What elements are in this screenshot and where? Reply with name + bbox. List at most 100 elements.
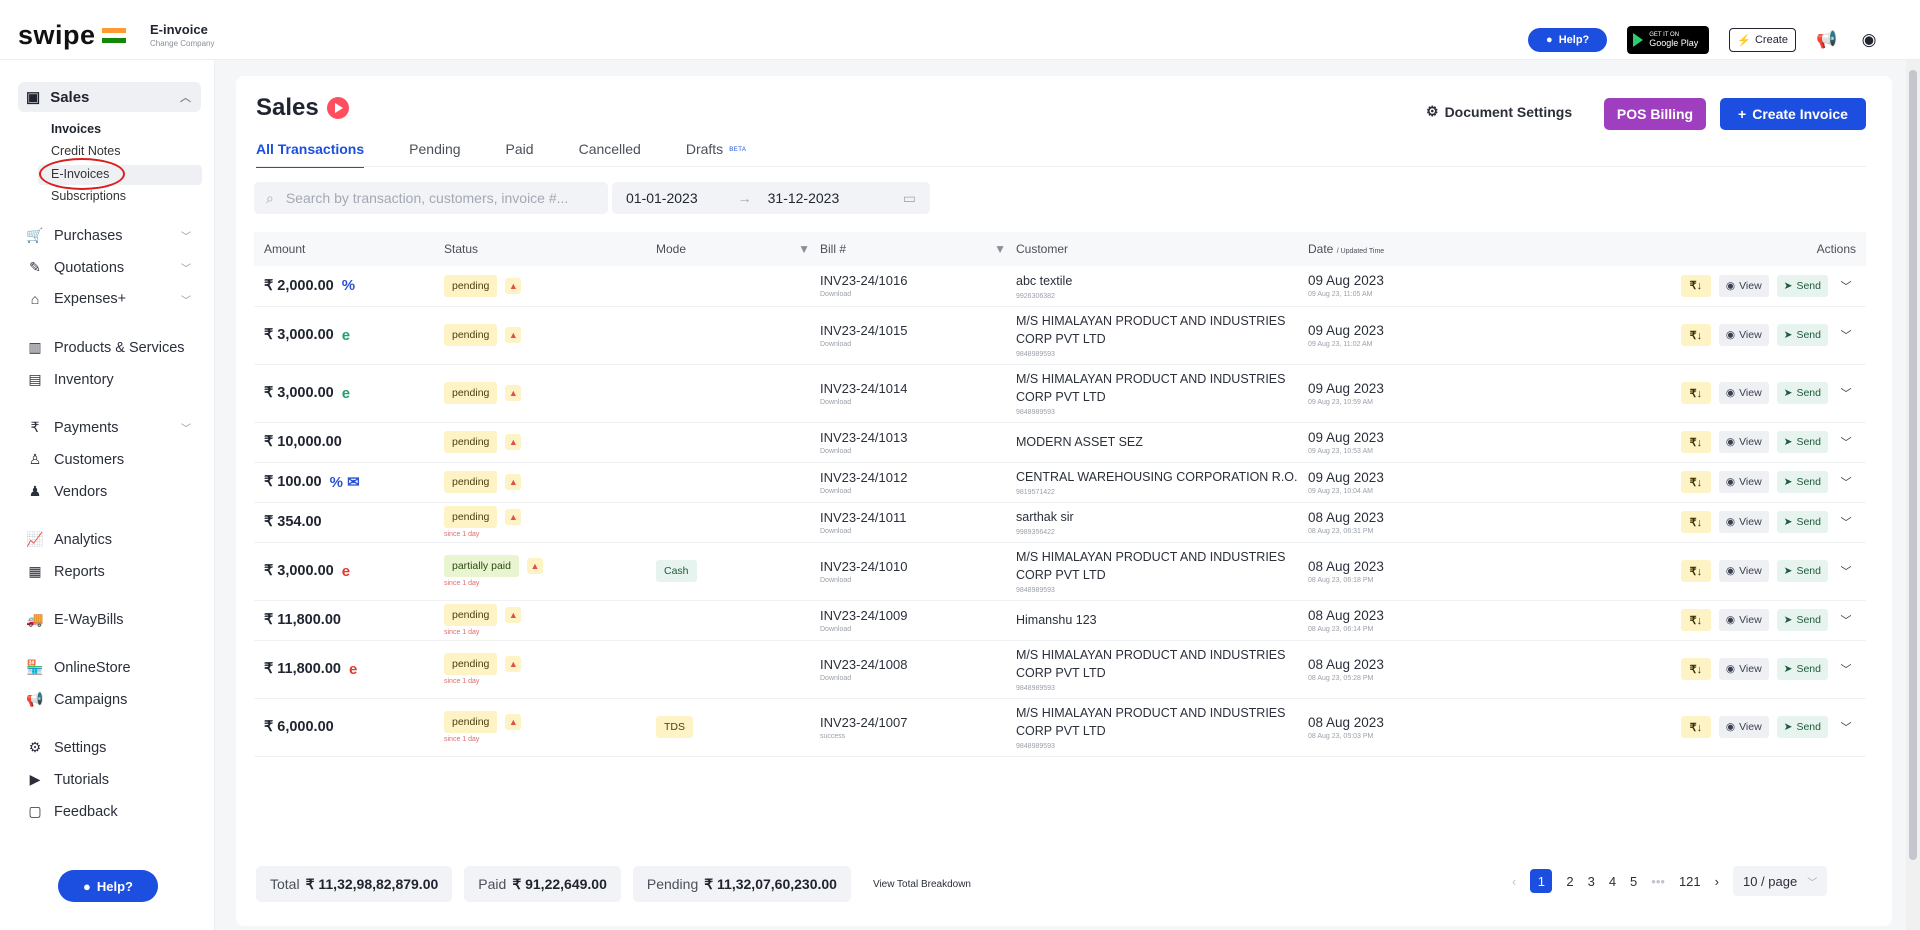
view-button[interactable]: ◉ View: [1718, 511, 1769, 533]
bill-download-link[interactable]: Download: [820, 626, 1016, 633]
sidebar-sub-credit-notes[interactable]: Credit Notes: [51, 144, 120, 158]
record-payment-button[interactable]: ₹↓: [1680, 716, 1711, 738]
view-button[interactable]: ◉ View: [1718, 658, 1769, 680]
customer-name[interactable]: M/S HIMALAYAN PRODUCT AND INDUSTRIES CORP…: [1016, 312, 1308, 348]
table-row[interactable]: ₹ 3,000.00 e pending ▲ INV23-24/1014 Downlo…: [254, 364, 1866, 423]
alert-icon[interactable]: ▲: [505, 434, 522, 450]
sidebar-item-settings[interactable]: ⚙ Settings: [26, 739, 191, 756]
date-from[interactable]: 01-01-2023: [626, 190, 698, 206]
bill-download-link[interactable]: Download: [820, 399, 1016, 406]
chevron-down-icon[interactable]: ﹀: [1836, 661, 1856, 677]
document-settings-button[interactable]: ⚙ Document Settings: [1426, 103, 1572, 120]
tab-drafts[interactable]: Drafts BETA: [686, 141, 747, 168]
filter-icon[interactable]: ▼: [994, 242, 1006, 256]
sidebar-help-button[interactable]: ● Help?: [58, 870, 158, 902]
bill-number[interactable]: INV23-24/1016: [820, 273, 1016, 288]
send-button[interactable]: ➤ Send: [1776, 431, 1828, 453]
header-status[interactable]: Status: [444, 232, 656, 266]
tab-paid[interactable]: Paid: [506, 141, 534, 168]
bill-download-link[interactable]: Download: [820, 577, 1016, 584]
change-company-link[interactable]: Change Company: [150, 39, 214, 48]
create-invoice-button[interactable]: + Create Invoice: [1720, 98, 1866, 130]
bill-download-link[interactable]: Download: [820, 341, 1016, 348]
chevron-down-icon[interactable]: ﹀: [1836, 278, 1856, 294]
header-customer[interactable]: Customer: [1016, 232, 1308, 266]
filter-icon[interactable]: ▼: [798, 242, 810, 256]
record-payment-button[interactable]: ₹↓: [1680, 471, 1711, 493]
table-row[interactable]: ₹ 100.00 % ✉ pending ▲ INV23-24/1012 Downlo…: [254, 462, 1866, 503]
megaphone-icon[interactable]: 📢: [1816, 30, 1838, 50]
customer-name[interactable]: Himanshu 123: [1016, 611, 1308, 629]
date-to[interactable]: 31-12-2023: [768, 190, 840, 206]
send-button[interactable]: ➤ Send: [1776, 609, 1828, 631]
page-1[interactable]: 1: [1530, 869, 1553, 893]
chevron-down-icon[interactable]: ﹀: [1836, 434, 1856, 450]
view-total-breakdown-link[interactable]: View Total Breakdown: [873, 879, 971, 890]
sidebar-item-inventory[interactable]: ▤ Inventory: [26, 371, 191, 388]
page-scrollbar[interactable]: [1906, 60, 1920, 930]
view-button[interactable]: ◉ View: [1718, 431, 1769, 453]
bill-number[interactable]: INV23-24/1008: [820, 657, 1016, 672]
chevron-down-icon[interactable]: ﹀: [1836, 514, 1856, 530]
bill-number[interactable]: INV23-24/1011: [820, 510, 1016, 525]
page-size-select[interactable]: 10 / page ﹀: [1732, 866, 1828, 896]
sidebar-sub-subscriptions[interactable]: Subscriptions: [51, 189, 126, 203]
alert-icon[interactable]: ▲: [526, 558, 543, 574]
customer-name[interactable]: M/S HIMALAYAN PRODUCT AND INDUSTRIES CORP…: [1016, 548, 1308, 584]
search-input[interactable]: ⌕ Search by transaction, customers, invo…: [254, 182, 608, 214]
bill-download-link[interactable]: success: [820, 733, 1016, 740]
record-payment-button[interactable]: ₹↓: [1680, 431, 1711, 453]
bill-number[interactable]: INV23-24/1015: [820, 323, 1016, 338]
bill-number[interactable]: INV23-24/1012: [820, 470, 1016, 485]
date-range-picker[interactable]: 01-01-2023 → 31-12-2023 ▭: [612, 182, 930, 214]
google-play-button[interactable]: GET IT ON Google Play: [1627, 26, 1710, 54]
scrollbar-thumb[interactable]: [1909, 70, 1917, 860]
send-button[interactable]: ➤ Send: [1776, 324, 1828, 346]
company-switcher[interactable]: E-invoice Change Company: [150, 22, 214, 48]
chevron-down-icon[interactable]: ﹀: [1836, 612, 1856, 628]
sidebar-item-tutorials[interactable]: ▶ Tutorials: [26, 771, 191, 788]
customer-name[interactable]: MODERN ASSET SEZ: [1016, 433, 1308, 451]
record-payment-button[interactable]: ₹↓: [1680, 382, 1711, 404]
play-video-icon[interactable]: [326, 97, 349, 119]
table-row[interactable]: ₹ 3,000.00 e pending ▲ INV23-24/1015 Downlo…: [254, 306, 1866, 365]
view-button[interactable]: ◉ View: [1718, 382, 1769, 404]
send-button[interactable]: ➤ Send: [1776, 716, 1828, 738]
swipe-logo[interactable]: swipe: [18, 20, 126, 51]
sidebar-sub-invoices[interactable]: Invoices: [51, 122, 101, 136]
table-row[interactable]: ₹ 3,000.00 e partially paid ▲ since 1 day C…: [254, 542, 1866, 601]
header-amount[interactable]: Amount: [254, 232, 444, 266]
bill-number[interactable]: INV23-24/1010: [820, 559, 1016, 574]
tab-pending[interactable]: Pending: [409, 141, 460, 168]
customer-name[interactable]: sarthak sir: [1016, 508, 1308, 526]
sidebar-item-purchases[interactable]: 🛒 Purchases ﹀: [26, 227, 191, 244]
bill-number[interactable]: INV23-24/1009: [820, 608, 1016, 623]
sidebar-item-vendors[interactable]: ♟ Vendors: [26, 483, 191, 500]
page-3[interactable]: 3: [1588, 874, 1595, 889]
sidebar-item-onlinestore[interactable]: 🏪 OnlineStore: [26, 659, 191, 676]
table-row[interactable]: ₹ 11,800.00 pending ▲ since 1 day INV23-24…: [254, 600, 1866, 641]
bill-download-link[interactable]: Download: [820, 528, 1016, 535]
record-payment-button[interactable]: ₹↓: [1680, 274, 1711, 297]
alert-icon[interactable]: ▲: [505, 607, 522, 623]
alert-icon[interactable]: ▲: [505, 714, 522, 730]
sidebar-item-quotations[interactable]: ✎ Quotations ﹀: [26, 259, 191, 276]
user-account-icon[interactable]: ◉: [1858, 30, 1880, 50]
send-button[interactable]: ➤ Send: [1776, 274, 1828, 297]
header-date[interactable]: Date / Updated Time: [1308, 232, 1648, 266]
sidebar-item-reports[interactable]: ▦ Reports: [26, 563, 191, 580]
view-button[interactable]: ◉ View: [1718, 560, 1769, 582]
chevron-down-icon[interactable]: ﹀: [1836, 327, 1856, 343]
view-button[interactable]: ◉ View: [1718, 274, 1769, 297]
sidebar-item-payments[interactable]: ₹ Payments ﹀: [26, 419, 191, 436]
sidebar-item-analytics[interactable]: 📈 Analytics: [26, 531, 191, 548]
send-button[interactable]: ➤ Send: [1776, 658, 1828, 680]
sidebar-item-expenses[interactable]: ⌂ Expenses+ ﹀: [26, 291, 191, 307]
send-button[interactable]: ➤ Send: [1776, 560, 1828, 582]
record-payment-button[interactable]: ₹↓: [1680, 560, 1711, 582]
pos-billing-button[interactable]: POS Billing: [1604, 98, 1706, 130]
customer-name[interactable]: M/S HIMALAYAN PRODUCT AND INDUSTRIES CORP…: [1016, 704, 1308, 740]
bill-download-link[interactable]: Download: [820, 291, 1016, 298]
alert-icon[interactable]: ▲: [505, 474, 522, 490]
record-payment-button[interactable]: ₹↓: [1680, 511, 1711, 533]
